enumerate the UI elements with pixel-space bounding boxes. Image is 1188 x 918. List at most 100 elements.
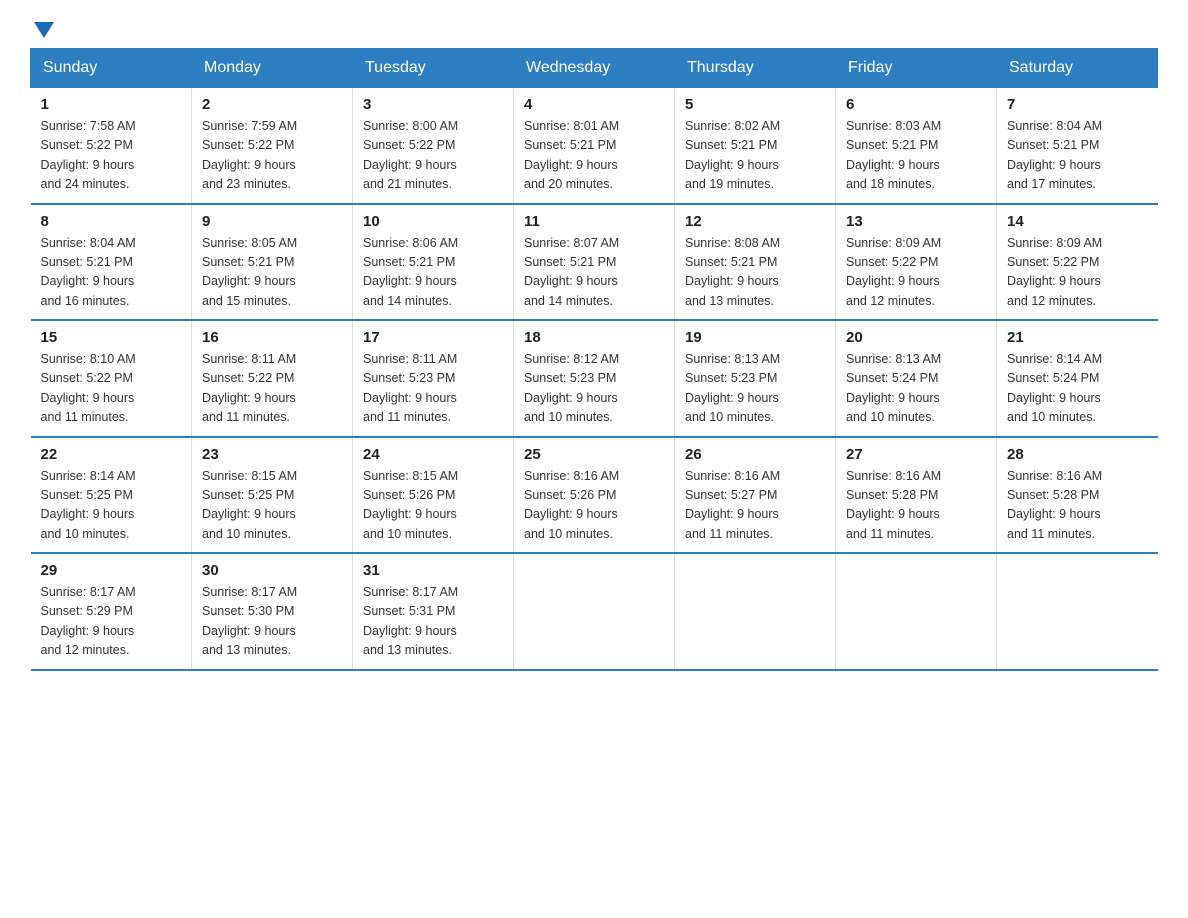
calendar-day-cell bbox=[514, 553, 675, 670]
calendar-day-cell: 5Sunrise: 8:02 AMSunset: 5:21 PMDaylight… bbox=[675, 88, 836, 204]
day-number: 31 bbox=[363, 562, 503, 579]
day-number: 26 bbox=[685, 446, 825, 463]
day-info: Sunrise: 8:17 AMSunset: 5:30 PMDaylight:… bbox=[202, 583, 342, 661]
calendar-day-cell: 20Sunrise: 8:13 AMSunset: 5:24 PMDayligh… bbox=[836, 320, 997, 437]
day-info: Sunrise: 8:17 AMSunset: 5:31 PMDaylight:… bbox=[363, 583, 503, 661]
day-info: Sunrise: 8:11 AMSunset: 5:22 PMDaylight:… bbox=[202, 350, 342, 428]
calendar-day-cell: 29 Sunrise: 8:17 AMSunset: 5:29 PMDayligh… bbox=[31, 553, 192, 670]
calendar-day-cell: 18 Sunrise: 8:12 AMSunset: 5:23 PMDayligh… bbox=[514, 320, 675, 437]
day-info: Sunrise: 8:09 AMSunset: 5:22 PMDaylight:… bbox=[1007, 234, 1148, 312]
day-info: Sunrise: 8:13 AMSunset: 5:23 PMDaylight:… bbox=[685, 350, 825, 428]
calendar-day-cell bbox=[836, 553, 997, 670]
day-number: 23 bbox=[202, 446, 342, 463]
day-number: 6 bbox=[846, 96, 986, 113]
calendar-day-cell: 22 Sunrise: 8:14 AMSunset: 5:25 PMDayligh… bbox=[31, 437, 192, 554]
day-number: 21 bbox=[1007, 329, 1148, 346]
weekday-header-wednesday: Wednesday bbox=[514, 49, 675, 88]
day-number: 10 bbox=[363, 213, 503, 230]
day-info: Sunrise: 8:11 AMSunset: 5:23 PMDaylight:… bbox=[363, 350, 503, 428]
calendar-day-cell: 21 Sunrise: 8:14 AMSunset: 5:24 PMDayligh… bbox=[997, 320, 1158, 437]
calendar-day-cell: 14 Sunrise: 8:09 AMSunset: 5:22 PMDayligh… bbox=[997, 204, 1158, 321]
day-info: Sunrise: 8:09 AMSunset: 5:22 PMDaylight:… bbox=[846, 234, 986, 312]
calendar-day-cell: 7Sunrise: 8:04 AMSunset: 5:21 PMDaylight… bbox=[997, 88, 1158, 204]
day-number: 24 bbox=[363, 446, 503, 463]
day-info: Sunrise: 8:16 AMSunset: 5:26 PMDaylight:… bbox=[524, 467, 664, 545]
day-number: 1 bbox=[41, 96, 182, 113]
day-number: 30 bbox=[202, 562, 342, 579]
day-info: Sunrise: 8:14 AMSunset: 5:24 PMDaylight:… bbox=[1007, 350, 1148, 428]
day-number: 15 bbox=[41, 329, 182, 346]
day-number: 22 bbox=[41, 446, 182, 463]
day-info: Sunrise: 8:10 AMSunset: 5:22 PMDaylight:… bbox=[41, 350, 182, 428]
day-number: 16 bbox=[202, 329, 342, 346]
day-number: 19 bbox=[685, 329, 825, 346]
calendar-table: SundayMondayTuesdayWednesdayThursdayFrid… bbox=[30, 48, 1158, 671]
calendar-day-cell: 27 Sunrise: 8:16 AMSunset: 5:28 PMDayligh… bbox=[836, 437, 997, 554]
day-number: 2 bbox=[202, 96, 342, 113]
day-info: Sunrise: 8:05 AMSunset: 5:21 PMDaylight:… bbox=[202, 234, 342, 312]
calendar-day-cell: 24 Sunrise: 8:15 AMSunset: 5:26 PMDayligh… bbox=[353, 437, 514, 554]
calendar-week-row: 22 Sunrise: 8:14 AMSunset: 5:25 PMDayligh… bbox=[31, 437, 1158, 554]
calendar-day-cell: 12 Sunrise: 8:08 AMSunset: 5:21 PMDayligh… bbox=[675, 204, 836, 321]
calendar-day-cell: 15 Sunrise: 8:10 AMSunset: 5:22 PMDayligh… bbox=[31, 320, 192, 437]
calendar-day-cell: 10 Sunrise: 8:06 AMSunset: 5:21 PMDayligh… bbox=[353, 204, 514, 321]
day-number: 27 bbox=[846, 446, 986, 463]
calendar-day-cell: 26 Sunrise: 8:16 AMSunset: 5:27 PMDayligh… bbox=[675, 437, 836, 554]
day-info: Sunrise: 8:16 AMSunset: 5:27 PMDaylight:… bbox=[685, 467, 825, 545]
calendar-day-cell: 11Sunrise: 8:07 AMSunset: 5:21 PMDayligh… bbox=[514, 204, 675, 321]
day-info: Sunrise: 8:16 AMSunset: 5:28 PMDaylight:… bbox=[1007, 467, 1148, 545]
day-number: 12 bbox=[685, 213, 825, 230]
calendar-day-cell: 19 Sunrise: 8:13 AMSunset: 5:23 PMDayligh… bbox=[675, 320, 836, 437]
day-info: Sunrise: 8:02 AMSunset: 5:21 PMDaylight:… bbox=[685, 117, 825, 195]
calendar-day-cell: 30 Sunrise: 8:17 AMSunset: 5:30 PMDayligh… bbox=[192, 553, 353, 670]
day-info: Sunrise: 8:14 AMSunset: 5:25 PMDaylight:… bbox=[41, 467, 182, 545]
day-info: Sunrise: 8:12 AMSunset: 5:23 PMDaylight:… bbox=[524, 350, 664, 428]
day-number: 4 bbox=[524, 96, 664, 113]
logo-blue-text bbox=[30, 20, 54, 38]
day-info: Sunrise: 8:07 AMSunset: 5:21 PMDaylight:… bbox=[524, 234, 664, 312]
calendar-week-row: 8Sunrise: 8:04 AMSunset: 5:21 PMDaylight… bbox=[31, 204, 1158, 321]
calendar-day-cell: 31 Sunrise: 8:17 AMSunset: 5:31 PMDayligh… bbox=[353, 553, 514, 670]
calendar-week-row: 15 Sunrise: 8:10 AMSunset: 5:22 PMDayligh… bbox=[31, 320, 1158, 437]
page-header bbox=[30, 20, 1158, 38]
day-number: 7 bbox=[1007, 96, 1148, 113]
weekday-header-saturday: Saturday bbox=[997, 49, 1158, 88]
day-info: Sunrise: 8:04 AMSunset: 5:21 PMDaylight:… bbox=[41, 234, 182, 312]
calendar-body: 1 Sunrise: 7:58 AMSunset: 5:22 PMDaylight… bbox=[31, 88, 1158, 670]
day-number: 18 bbox=[524, 329, 664, 346]
calendar-day-cell: 3 Sunrise: 8:00 AMSunset: 5:22 PMDaylight… bbox=[353, 88, 514, 204]
calendar-header: SundayMondayTuesdayWednesdayThursdayFrid… bbox=[31, 49, 1158, 88]
weekday-header-tuesday: Tuesday bbox=[353, 49, 514, 88]
calendar-day-cell: 6 Sunrise: 8:03 AMSunset: 5:21 PMDaylight… bbox=[836, 88, 997, 204]
weekday-header-thursday: Thursday bbox=[675, 49, 836, 88]
day-info: Sunrise: 8:00 AMSunset: 5:22 PMDaylight:… bbox=[363, 117, 503, 195]
calendar-week-row: 1 Sunrise: 7:58 AMSunset: 5:22 PMDaylight… bbox=[31, 88, 1158, 204]
day-number: 9 bbox=[202, 213, 342, 230]
weekday-header-monday: Monday bbox=[192, 49, 353, 88]
day-info: Sunrise: 8:13 AMSunset: 5:24 PMDaylight:… bbox=[846, 350, 986, 428]
day-info: Sunrise: 8:08 AMSunset: 5:21 PMDaylight:… bbox=[685, 234, 825, 312]
day-info: Sunrise: 8:16 AMSunset: 5:28 PMDaylight:… bbox=[846, 467, 986, 545]
day-number: 14 bbox=[1007, 213, 1148, 230]
logo-triangle-icon bbox=[34, 22, 54, 38]
calendar-day-cell: 2Sunrise: 7:59 AMSunset: 5:22 PMDaylight… bbox=[192, 88, 353, 204]
day-info: Sunrise: 8:03 AMSunset: 5:21 PMDaylight:… bbox=[846, 117, 986, 195]
logo bbox=[30, 20, 54, 38]
day-info: Sunrise: 8:06 AMSunset: 5:21 PMDaylight:… bbox=[363, 234, 503, 312]
day-info: Sunrise: 8:17 AMSunset: 5:29 PMDaylight:… bbox=[41, 583, 182, 661]
weekday-header-row: SundayMondayTuesdayWednesdayThursdayFrid… bbox=[31, 49, 1158, 88]
calendar-day-cell bbox=[997, 553, 1158, 670]
day-number: 29 bbox=[41, 562, 182, 579]
calendar-day-cell: 13 Sunrise: 8:09 AMSunset: 5:22 PMDayligh… bbox=[836, 204, 997, 321]
day-number: 3 bbox=[363, 96, 503, 113]
calendar-day-cell bbox=[675, 553, 836, 670]
day-info: Sunrise: 8:15 AMSunset: 5:26 PMDaylight:… bbox=[363, 467, 503, 545]
calendar-day-cell: 1 Sunrise: 7:58 AMSunset: 5:22 PMDaylight… bbox=[31, 88, 192, 204]
calendar-day-cell: 16 Sunrise: 8:11 AMSunset: 5:22 PMDayligh… bbox=[192, 320, 353, 437]
day-info: Sunrise: 7:58 AMSunset: 5:22 PMDaylight:… bbox=[41, 117, 182, 195]
day-number: 28 bbox=[1007, 446, 1148, 463]
calendar-day-cell: 17Sunrise: 8:11 AMSunset: 5:23 PMDayligh… bbox=[353, 320, 514, 437]
calendar-week-row: 29 Sunrise: 8:17 AMSunset: 5:29 PMDayligh… bbox=[31, 553, 1158, 670]
weekday-header-sunday: Sunday bbox=[31, 49, 192, 88]
day-number: 13 bbox=[846, 213, 986, 230]
